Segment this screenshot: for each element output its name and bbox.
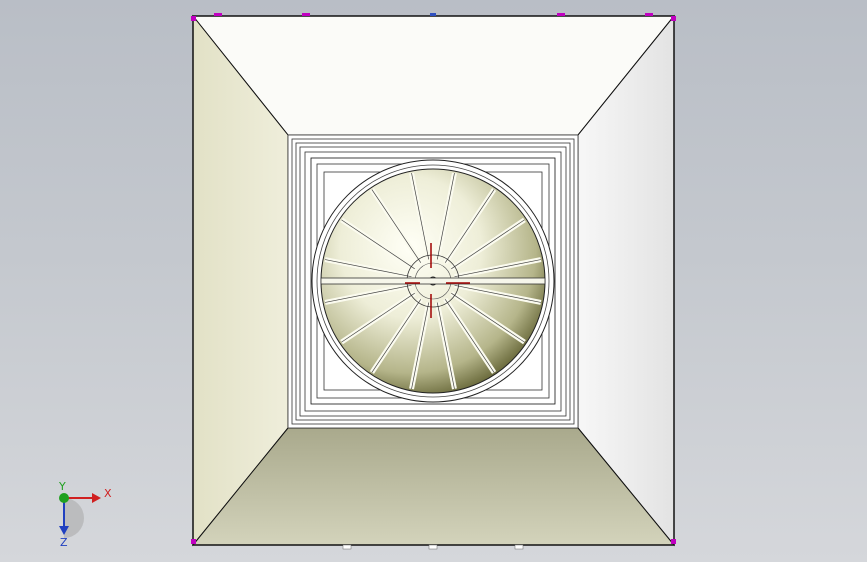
x-axis-arrow	[92, 493, 101, 503]
cross-bar-horizontal	[320, 277, 546, 285]
x-axis-label: X	[104, 487, 112, 500]
triad-shadow	[64, 498, 84, 538]
z-axis-label: Z	[60, 536, 68, 549]
graphics-viewport[interactable]: X Y Z	[0, 0, 867, 562]
model-view[interactable]	[0, 0, 867, 562]
reference-triad: X Y Z	[58, 480, 112, 549]
y-axis-dot	[59, 493, 69, 503]
y-axis-label: Y	[58, 480, 66, 493]
fan-assembly[interactable]	[311, 159, 555, 403]
